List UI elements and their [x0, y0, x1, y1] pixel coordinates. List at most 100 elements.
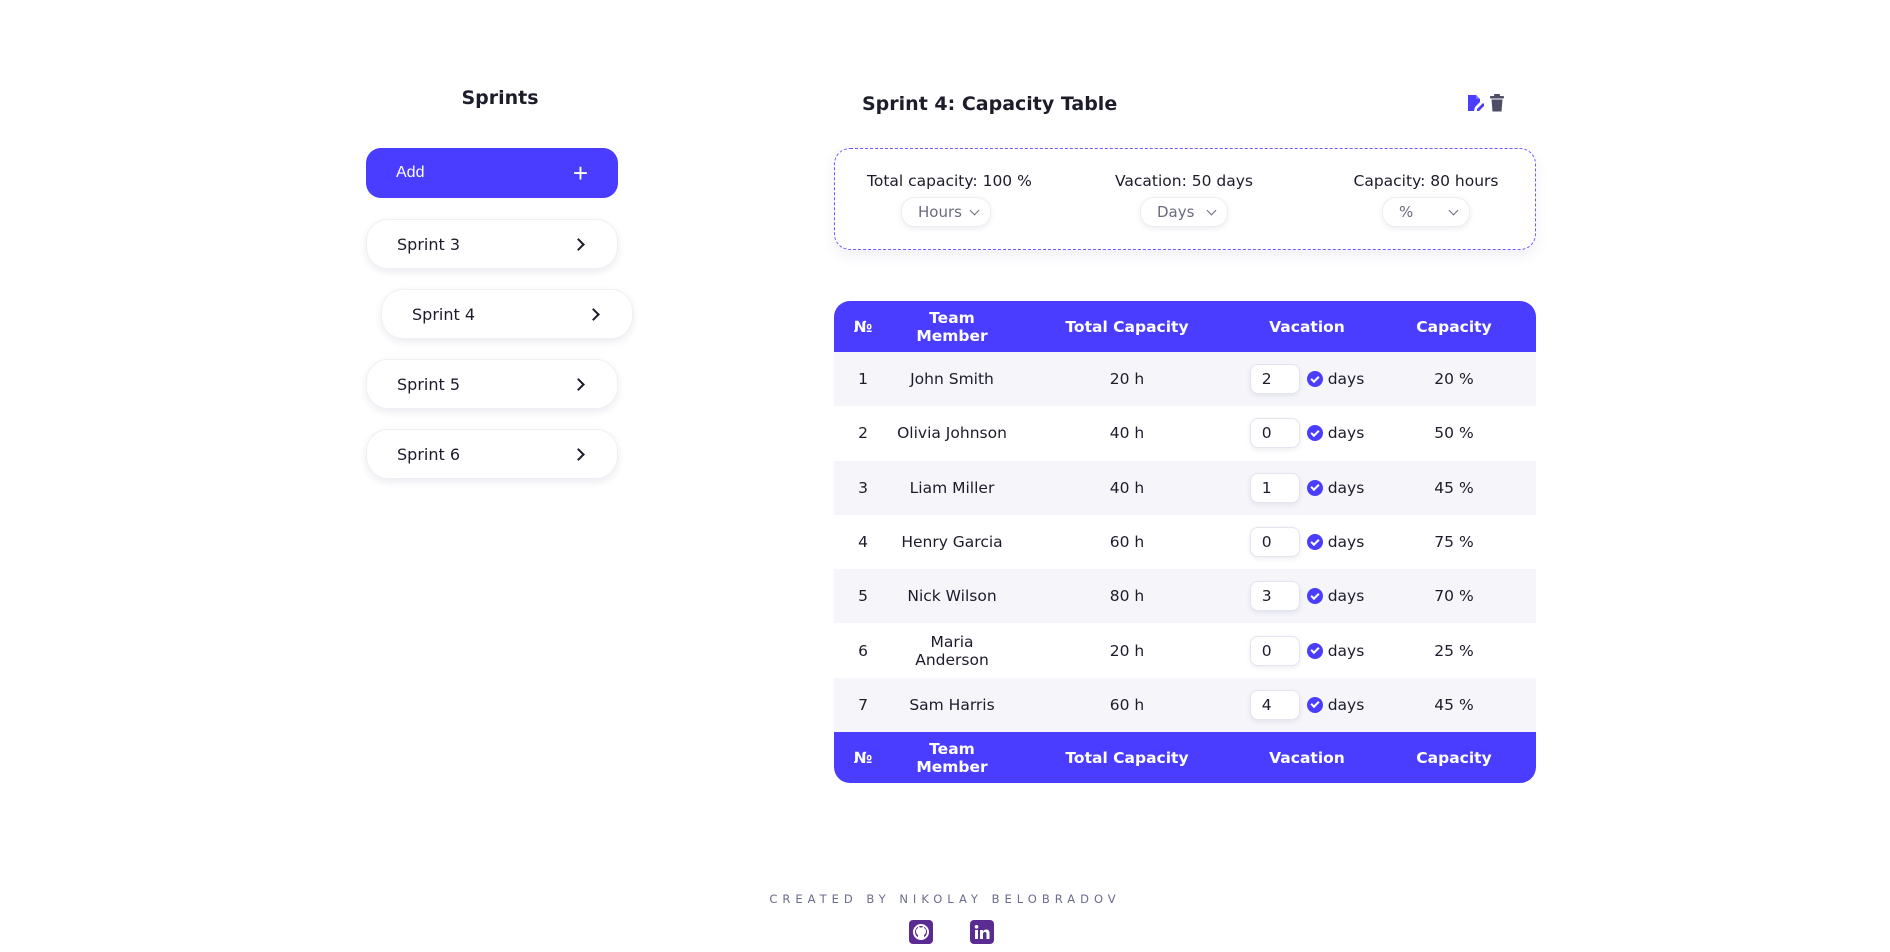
chevron-down-icon	[1206, 205, 1217, 215]
check-circle-icon[interactable]	[1306, 696, 1323, 713]
plus-icon: +	[572, 158, 588, 188]
row-team-member: Sam Harris	[909, 695, 995, 714]
sprint-item-label: Sprint 3	[397, 234, 461, 254]
days-label: days	[1327, 641, 1365, 660]
row-team-member: Henry Garcia	[901, 533, 1003, 552]
header-capacity: Capacity	[1416, 317, 1492, 336]
row-number: 5	[858, 587, 868, 606]
row-capacity: 75 %	[1434, 533, 1474, 552]
row-vacation: 4 days	[1242, 689, 1372, 720]
add-sprint-button[interactable]: Add +	[366, 148, 618, 198]
days-label: days	[1327, 370, 1365, 389]
row-team-member: Maria Anderson	[915, 632, 989, 669]
chevron-right-icon	[572, 447, 585, 461]
chevron-right-icon	[572, 377, 585, 391]
vacation-input[interactable]: 0	[1249, 635, 1300, 666]
sprints-sidebar: Sprints Add + Sprint 3 Sprint 4 Sprint 5…	[366, 86, 633, 479]
footer-total-capacity: Total Capacity	[1065, 748, 1189, 767]
add-button-label: Add	[396, 164, 425, 181]
header-vacation: Vacation	[1269, 317, 1345, 336]
chevron-down-icon	[969, 205, 980, 215]
footer-number: №	[853, 748, 873, 767]
vacation-unit-select[interactable]: Days	[1140, 197, 1228, 227]
days-label: days	[1327, 695, 1365, 714]
footer-team-member: Team Member	[916, 739, 988, 776]
row-capacity: 25 %	[1434, 641, 1474, 660]
vacation-input[interactable]: 2	[1249, 364, 1300, 395]
chevron-down-icon	[1448, 205, 1459, 215]
check-circle-icon[interactable]	[1306, 534, 1323, 551]
sidebar-item-sprint-3[interactable]: Sprint 3	[366, 219, 618, 269]
linkedin-icon[interactable]	[970, 920, 994, 944]
row-number: 3	[858, 478, 868, 497]
vacation-input[interactable]: 4	[1249, 689, 1300, 720]
row-total-capacity: 60 h	[1109, 533, 1145, 552]
days-label: days	[1327, 478, 1365, 497]
vacation-summary: Vacation: 50 days Days	[1115, 171, 1253, 227]
row-total-capacity: 80 h	[1109, 587, 1145, 606]
check-circle-icon[interactable]	[1306, 588, 1323, 605]
capacity-summary: Total capacity: 100 % Hours Vacation: 50…	[834, 148, 1536, 250]
capacity-unit-select[interactable]: %	[1382, 197, 1470, 227]
row-team-member: Olivia Johnson	[897, 424, 1007, 443]
row-capacity: 45 %	[1434, 478, 1474, 497]
vacation-input[interactable]: 0	[1249, 418, 1300, 449]
row-total-capacity: 20 h	[1109, 641, 1145, 660]
sidebar-item-sprint-5[interactable]: Sprint 5	[366, 359, 618, 409]
row-vacation: 2 days	[1242, 364, 1372, 395]
table-row: 6 Maria Anderson 20 h 0 days 25 %	[834, 623, 1536, 677]
page-title: Sprint 4: Capacity Table	[862, 93, 1118, 115]
sprints-title: Sprints	[461, 87, 539, 109]
select-value: Days	[1157, 203, 1195, 221]
vacation-input[interactable]: 0	[1249, 527, 1300, 558]
days-label: days	[1327, 424, 1365, 443]
row-total-capacity: 60 h	[1109, 695, 1145, 714]
capacity-table: № Team Member Total Capacity Vacation Ca…	[834, 301, 1536, 784]
vacation-label: Vacation: 50 days	[1115, 172, 1253, 190]
edit-icon[interactable]	[1466, 93, 1484, 113]
check-circle-icon[interactable]	[1306, 479, 1323, 496]
row-capacity: 70 %	[1434, 587, 1474, 606]
capacity-label: Capacity: 80 hours	[1353, 172, 1499, 190]
trash-icon[interactable]	[1488, 93, 1506, 113]
check-circle-icon[interactable]	[1306, 642, 1323, 659]
row-total-capacity: 40 h	[1109, 424, 1145, 443]
days-label: days	[1327, 587, 1365, 606]
header-total-capacity: Total Capacity	[1065, 317, 1189, 336]
table-row: 2 Olivia Johnson 40 h 0 days 50 %	[834, 406, 1536, 460]
header-team-member: Team Member	[916, 308, 988, 345]
row-total-capacity: 40 h	[1109, 478, 1145, 497]
capacity-hours-summary: Capacity: 80 hours %	[1353, 171, 1499, 227]
sidebar-item-sprint-6[interactable]: Sprint 6	[366, 429, 618, 479]
row-capacity: 45 %	[1434, 695, 1474, 714]
check-circle-icon[interactable]	[1306, 425, 1323, 442]
row-vacation: 1 days	[1242, 472, 1372, 503]
row-vacation: 0 days	[1242, 418, 1372, 449]
check-circle-icon[interactable]	[1306, 371, 1323, 388]
row-number: 6	[858, 641, 868, 660]
sprint-item-label: Sprint 6	[397, 444, 461, 464]
row-capacity: 50 %	[1434, 424, 1474, 443]
row-number: 2	[858, 424, 868, 443]
github-icon[interactable]	[909, 920, 933, 944]
sidebar-item-sprint-4[interactable]: Sprint 4	[381, 289, 633, 339]
total-capacity-label: Total capacity: 100 %	[867, 172, 1032, 190]
row-team-member: John Smith	[910, 370, 994, 389]
row-total-capacity: 20 h	[1109, 370, 1145, 389]
vacation-input[interactable]: 1	[1249, 472, 1300, 503]
row-vacation: 3 days	[1242, 581, 1372, 612]
total-capacity-unit-select[interactable]: Hours	[901, 197, 991, 227]
chevron-right-icon	[587, 307, 600, 321]
table-row: 5 Nick Wilson 80 h 3 days 70 %	[834, 569, 1536, 624]
table-row: 1 John Smith 20 h 2 days 20 %	[834, 352, 1536, 407]
row-vacation: 0 days	[1242, 635, 1372, 666]
sprint-actions	[1466, 93, 1506, 113]
row-number: 4	[858, 533, 868, 552]
vacation-input[interactable]: 3	[1249, 581, 1300, 612]
table-row: 7 Sam Harris 60 h 4 days 45 %	[834, 677, 1536, 733]
header-number: №	[853, 317, 873, 336]
row-team-member: Liam Miller	[909, 478, 995, 497]
table-footer: № Team Member Total Capacity Vacation Ca…	[834, 732, 1536, 784]
footer-capacity: Capacity	[1416, 748, 1492, 767]
row-number: 1	[858, 370, 868, 389]
